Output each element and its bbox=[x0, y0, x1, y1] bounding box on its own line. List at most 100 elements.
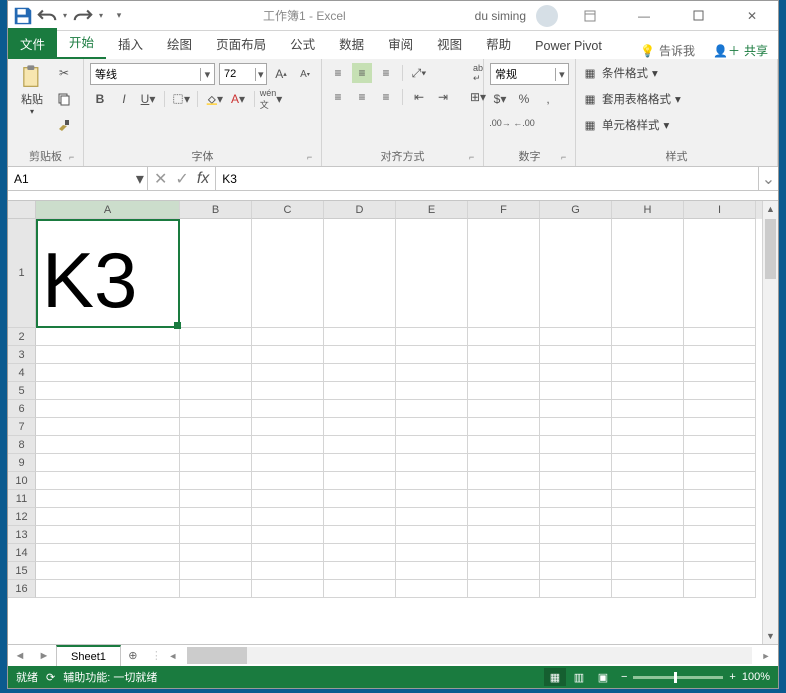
align-right-icon[interactable]: ≡ bbox=[376, 87, 396, 107]
cell[interactable] bbox=[612, 562, 684, 580]
cell[interactable] bbox=[252, 436, 324, 454]
cell[interactable] bbox=[396, 328, 468, 346]
tab-view[interactable]: 视图 bbox=[425, 28, 474, 59]
chevron-down-icon[interactable]: ▾ bbox=[60, 5, 70, 27]
cell[interactable] bbox=[396, 219, 468, 328]
share-button[interactable]: 👤＋共享 bbox=[703, 42, 778, 59]
cell[interactable] bbox=[468, 346, 540, 364]
page-break-view-icon[interactable]: ▣ bbox=[592, 668, 614, 686]
cell[interactable] bbox=[684, 219, 756, 328]
align-middle-icon[interactable]: ≡ bbox=[352, 63, 372, 83]
expand-formula-bar-icon[interactable]: ⌄ bbox=[758, 167, 778, 190]
align-center-icon[interactable]: ≡ bbox=[352, 87, 372, 107]
cell[interactable] bbox=[252, 364, 324, 382]
hscroll-left-icon[interactable]: ◄ bbox=[161, 645, 185, 666]
cell[interactable] bbox=[36, 454, 180, 472]
italic-button[interactable]: I bbox=[114, 89, 134, 109]
cell[interactable] bbox=[180, 436, 252, 454]
cell[interactable] bbox=[324, 472, 396, 490]
sheet-tab[interactable]: Sheet1 bbox=[56, 645, 121, 666]
column-header[interactable]: C bbox=[252, 201, 324, 219]
dialog-launcher-icon[interactable]: ⌐ bbox=[307, 152, 319, 164]
cell[interactable] bbox=[468, 472, 540, 490]
formula-input[interactable] bbox=[216, 172, 758, 186]
cell[interactable] bbox=[612, 544, 684, 562]
column-header[interactable]: D bbox=[324, 201, 396, 219]
cell[interactable] bbox=[324, 364, 396, 382]
cell[interactable] bbox=[468, 400, 540, 418]
cell[interactable] bbox=[612, 490, 684, 508]
cell[interactable] bbox=[252, 472, 324, 490]
tab-insert[interactable]: 插入 bbox=[106, 28, 155, 59]
chevron-down-icon[interactable]: ▾ bbox=[200, 68, 214, 81]
borders-icon[interactable]: ▾ bbox=[171, 89, 191, 109]
scroll-down-icon[interactable]: ▼ bbox=[763, 628, 778, 644]
accessibility-icon[interactable]: ⟳ bbox=[46, 671, 55, 684]
cell[interactable] bbox=[396, 400, 468, 418]
row-header[interactable]: 14 bbox=[8, 544, 36, 562]
cell[interactable] bbox=[540, 400, 612, 418]
copy-icon[interactable] bbox=[54, 89, 74, 109]
fill-color-icon[interactable]: ▾ bbox=[204, 89, 224, 109]
cell[interactable] bbox=[36, 580, 180, 598]
format-painter-icon[interactable] bbox=[54, 115, 74, 135]
row-header[interactable]: 5 bbox=[8, 382, 36, 400]
cell[interactable] bbox=[324, 508, 396, 526]
cell[interactable] bbox=[180, 508, 252, 526]
tab-help[interactable]: 帮助 bbox=[474, 28, 523, 59]
cell[interactable] bbox=[396, 454, 468, 472]
cell-styles-button[interactable]: ▦单元格样式 ▾ bbox=[582, 115, 771, 135]
column-header[interactable]: G bbox=[540, 201, 612, 219]
cell[interactable] bbox=[180, 219, 252, 328]
row-header[interactable]: 9 bbox=[8, 454, 36, 472]
select-all-button[interactable] bbox=[8, 201, 36, 219]
tab-draw[interactable]: 绘图 bbox=[155, 28, 204, 59]
cell[interactable] bbox=[252, 508, 324, 526]
cell[interactable] bbox=[36, 364, 180, 382]
orientation-icon[interactable]: ⤢▾ bbox=[409, 63, 429, 83]
percent-format-icon[interactable]: % bbox=[514, 89, 534, 109]
cell[interactable] bbox=[180, 526, 252, 544]
row-header[interactable]: 16 bbox=[8, 580, 36, 598]
cell[interactable] bbox=[684, 526, 756, 544]
cell[interactable] bbox=[612, 382, 684, 400]
cell[interactable] bbox=[540, 562, 612, 580]
cell[interactable] bbox=[36, 526, 180, 544]
cell[interactable] bbox=[180, 418, 252, 436]
avatar[interactable] bbox=[536, 5, 558, 27]
normal-view-icon[interactable]: ▦ bbox=[544, 668, 566, 686]
zoom-out-button[interactable]: − bbox=[621, 671, 627, 683]
cell[interactable] bbox=[252, 580, 324, 598]
cell[interactable] bbox=[36, 490, 180, 508]
row-header[interactable]: 10 bbox=[8, 472, 36, 490]
cell[interactable] bbox=[612, 346, 684, 364]
cell[interactable] bbox=[252, 219, 324, 328]
dialog-launcher-icon[interactable]: ⌐ bbox=[69, 152, 81, 164]
cell[interactable] bbox=[324, 219, 396, 328]
chevron-down-icon[interactable]: ▾ bbox=[555, 68, 568, 81]
minimize-button[interactable]: — bbox=[622, 2, 666, 30]
maximize-button[interactable] bbox=[676, 2, 720, 30]
cell[interactable] bbox=[180, 382, 252, 400]
row-header[interactable]: 7 bbox=[8, 418, 36, 436]
cell[interactable] bbox=[324, 436, 396, 454]
cell[interactable] bbox=[612, 472, 684, 490]
vertical-scrollbar[interactable]: ▲ ▼ bbox=[762, 201, 778, 644]
tab-file[interactable]: 文件 bbox=[8, 28, 57, 59]
cell[interactable] bbox=[252, 346, 324, 364]
dialog-launcher-icon[interactable]: ⌐ bbox=[561, 152, 573, 164]
tab-formulas[interactable]: 公式 bbox=[278, 28, 327, 59]
row-header[interactable]: 4 bbox=[8, 364, 36, 382]
decrease-font-icon[interactable]: A▾ bbox=[295, 64, 315, 84]
row-header[interactable]: 15 bbox=[8, 562, 36, 580]
align-bottom-icon[interactable]: ≡ bbox=[376, 63, 396, 83]
cell[interactable] bbox=[540, 364, 612, 382]
hscroll-right-icon[interactable]: ► bbox=[754, 645, 778, 666]
format-table-button[interactable]: ▦套用表格格式 ▾ bbox=[582, 89, 771, 109]
tab-home[interactable]: 开始 bbox=[57, 26, 106, 59]
cell[interactable] bbox=[540, 328, 612, 346]
cell[interactable] bbox=[324, 544, 396, 562]
cell[interactable] bbox=[540, 454, 612, 472]
cell[interactable] bbox=[612, 508, 684, 526]
cell[interactable] bbox=[684, 490, 756, 508]
